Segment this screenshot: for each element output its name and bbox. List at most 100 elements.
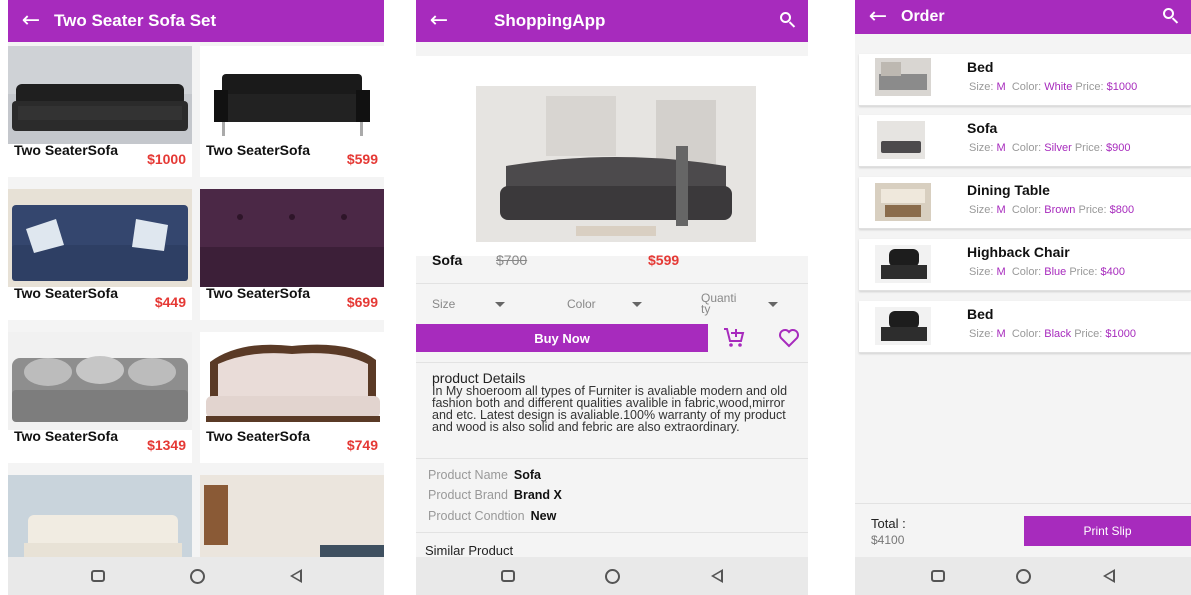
- app-bar: ← Two Seater Sofa Set: [8, 0, 384, 42]
- product-card[interactable]: [8, 475, 192, 557]
- spec-row: Product Brand Brand X: [428, 488, 562, 502]
- search-icon[interactable]: [768, 0, 808, 42]
- order-screen: ← Order Bed Size: M Color: White Price: …: [855, 0, 1191, 595]
- buy-now-button[interactable]: Buy Now: [416, 324, 708, 352]
- chevron-down-icon: [768, 301, 779, 307]
- color-dropdown[interactable]: Color: [567, 289, 642, 319]
- order-item[interactable]: Bed Size: M Color: Black Price: $1000: [859, 301, 1191, 353]
- print-slip-button[interactable]: Print Slip: [1024, 516, 1191, 546]
- product-card[interactable]: Two SeaterSofa $599: [200, 46, 384, 177]
- home-icon[interactable]: [1016, 568, 1032, 584]
- product-card[interactable]: Two SeaterSofa $1349: [8, 332, 192, 463]
- order-item-meta: Size: M Color: Black Price: $1000: [969, 328, 1136, 340]
- spec-label: Product Condtion: [428, 509, 525, 523]
- order-item-meta: Size: M Color: Brown Price: $800: [969, 204, 1135, 216]
- product-card[interactable]: Two SeaterSofa $449: [8, 189, 192, 320]
- back-icon[interactable]: [710, 569, 723, 583]
- add-to-cart-icon[interactable]: [722, 326, 746, 350]
- order-thumbnail: [875, 245, 931, 283]
- search-icon[interactable]: [1151, 0, 1191, 34]
- product-detail-screen: ← ShoppingApp Sofa $700 $599 Size Color …: [416, 0, 808, 595]
- product-image: [8, 475, 192, 557]
- app-bar: ← Order: [855, 0, 1191, 34]
- recent-apps-icon[interactable]: [930, 570, 945, 582]
- divider: [416, 532, 808, 533]
- order-item[interactable]: Dining Table Size: M Color: Brown Price:…: [859, 177, 1191, 229]
- details-heading: product Details: [432, 370, 526, 386]
- similar-product-heading: Similar Product: [425, 543, 514, 558]
- product-image: [200, 332, 384, 430]
- product-name: Two SeaterSofa: [206, 142, 310, 158]
- order-item-name: Bed: [967, 59, 994, 75]
- product-image: [8, 189, 192, 287]
- chevron-down-icon: [495, 301, 506, 307]
- product-image: [200, 189, 384, 287]
- heart-icon[interactable]: [778, 328, 800, 348]
- divider: [416, 283, 808, 284]
- app-bar: ← ShoppingApp: [416, 0, 808, 42]
- spec-value: New: [530, 509, 557, 523]
- product-card[interactable]: Two SeaterSofa $1000: [8, 46, 192, 177]
- chevron-down-icon: [631, 301, 642, 307]
- order-item[interactable]: Bed Size: M Color: White Price: $1000: [859, 54, 1191, 106]
- spec-label: Product Brand: [428, 488, 508, 502]
- order-thumbnail: [875, 58, 931, 96]
- order-item[interactable]: Sofa Size: M Color: Silver Price: $900: [859, 115, 1191, 167]
- size-dropdown[interactable]: Size: [432, 289, 506, 319]
- back-arrow-icon[interactable]: ←: [416, 0, 462, 42]
- product-card[interactable]: Two SeaterSofa $749: [200, 332, 384, 463]
- spec-label: Product Name: [428, 468, 508, 482]
- spec-row: Product Name Sofa: [428, 468, 541, 482]
- product-price: $699: [346, 294, 378, 310]
- product-list-screen: ← Two Seater Sofa Set Two SeaterSofa $10…: [8, 0, 384, 595]
- total-value: $4100: [871, 533, 905, 547]
- recent-apps-icon[interactable]: [501, 570, 516, 582]
- product-title: Sofa: [432, 252, 463, 268]
- home-icon[interactable]: [605, 568, 621, 584]
- page-title: Two Seater Sofa Set: [54, 11, 217, 30]
- sale-price: $599: [648, 252, 680, 268]
- product-card[interactable]: [200, 475, 384, 557]
- divider: [416, 458, 808, 459]
- spec-row: Product Condtion New: [428, 509, 556, 523]
- product-name: Two SeaterSofa: [14, 428, 118, 444]
- divider: [416, 362, 808, 363]
- back-arrow-icon[interactable]: ←: [855, 0, 901, 34]
- back-arrow-icon[interactable]: ←: [8, 0, 54, 42]
- order-item-name: Sofa: [967, 120, 998, 136]
- order-item[interactable]: Highback Chair Size: M Color: Blue Price…: [859, 239, 1191, 291]
- product-image: [8, 332, 192, 430]
- product-name: Two SeaterSofa: [206, 285, 310, 301]
- back-icon[interactable]: [1103, 569, 1116, 583]
- recent-apps-icon[interactable]: [90, 570, 105, 582]
- product-price: $599: [346, 151, 378, 167]
- spec-value: Sofa: [513, 468, 541, 482]
- system-nav-bar: [8, 557, 384, 595]
- total-label: Total :: [871, 516, 906, 531]
- order-thumbnail: [875, 183, 931, 221]
- product-details: product Details In My shoeroom all types…: [432, 370, 792, 433]
- product-price: $1349: [147, 437, 186, 453]
- product-name: Two SeaterSofa: [14, 142, 118, 158]
- quantity-dropdown[interactable]: Quanti ty: [701, 289, 779, 319]
- color-label: Color: [567, 297, 596, 311]
- order-item-meta: Size: M Color: White Price: $1000: [969, 81, 1138, 93]
- product-grid: Two SeaterSofa $1000 Two SeaterSofa $599…: [8, 46, 384, 557]
- product-price: $1000: [147, 151, 186, 167]
- product-image: [8, 46, 192, 144]
- order-thumbnail: [875, 307, 931, 345]
- order-item-name: Bed: [967, 306, 994, 322]
- product-image-container: [416, 56, 808, 256]
- divider: [855, 503, 1191, 504]
- product-name: Two SeaterSofa: [14, 285, 118, 301]
- home-icon[interactable]: [189, 568, 205, 584]
- product-image: [476, 86, 756, 242]
- spec-value: Brand X: [513, 488, 562, 502]
- product-name: Two SeaterSofa: [206, 428, 310, 444]
- empty-list-area: [855, 360, 1191, 503]
- quantity-label: Quanti ty: [701, 291, 737, 316]
- back-icon[interactable]: [289, 569, 302, 583]
- old-price: $700: [496, 252, 528, 268]
- order-item-meta: Size: M Color: Blue Price: $400: [969, 266, 1125, 278]
- product-card[interactable]: Two SeaterSofa $699: [200, 189, 384, 320]
